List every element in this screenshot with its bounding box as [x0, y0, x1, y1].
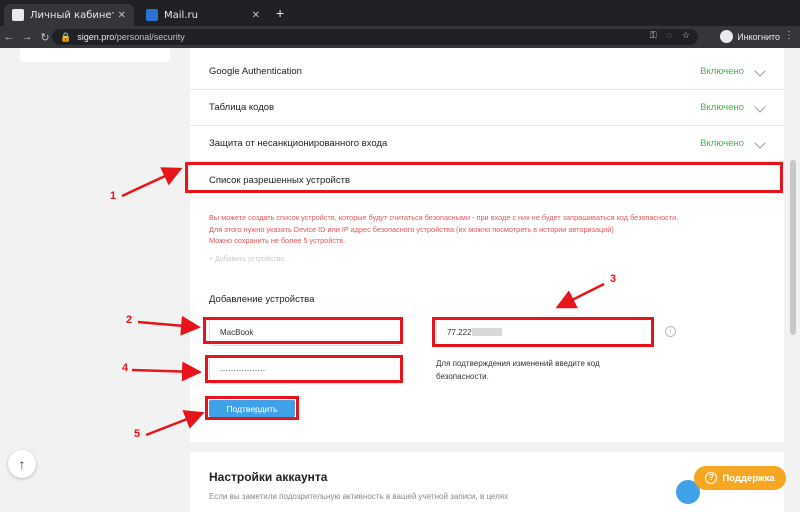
question-icon: ? — [705, 472, 718, 484]
incognito-indicator[interactable]: Инкогнито — [720, 30, 780, 43]
row-label: Защита от несанкционированного входа — [209, 138, 388, 149]
key-icon[interactable]: ⚿ — [650, 30, 657, 41]
row-label: Google Authentication — [209, 66, 302, 77]
back-icon[interactable]: ← — [0, 31, 18, 43]
add-device-title: Добавление устройства — [209, 294, 315, 305]
add-device-link[interactable]: + Добавить устройство — [209, 256, 284, 263]
chevron-down-icon[interactable] — [754, 101, 766, 113]
star-icon[interactable]: ☆ — [682, 30, 690, 41]
status-badge: Включено — [700, 102, 744, 113]
confirm-hint: Для подтверждения изменений введите код … — [436, 359, 600, 381]
tab-title: Mail.ru — [164, 9, 198, 21]
support-label: Поддержка — [722, 472, 775, 484]
incognito-icon — [720, 30, 734, 43]
annotation-number: 4 — [122, 362, 129, 374]
row-google-auth[interactable]: Google Authentication Включено — [190, 54, 784, 90]
url-path: /personal/security — [114, 32, 185, 42]
chevron-down-icon[interactable] — [754, 65, 766, 77]
arrow-1 — [121, 167, 183, 198]
info-line: Для этого нужно указать Device ID или IP… — [209, 224, 614, 234]
sidebar-card — [20, 48, 170, 62]
support-button[interactable]: ? Поддержка — [694, 466, 786, 490]
annotation-number: 2 — [126, 314, 133, 326]
tab-bar: Личный кабинет | SIGEN.pro ✕ Mail.ru ✕ + — [0, 0, 800, 26]
status-badge: Включено — [700, 66, 744, 77]
tab-sigen[interactable]: Личный кабинет | SIGEN.pro ✕ — [4, 4, 134, 26]
eye-off-icon[interactable]: ◌ — [667, 30, 672, 41]
omnibox-actions: ⚿ ◌ ☆ — [650, 30, 690, 41]
arrow-2 — [137, 315, 201, 336]
arrow-4 — [131, 361, 202, 382]
highlight-ip — [432, 317, 654, 347]
mailru-favicon-icon — [146, 9, 158, 21]
close-icon[interactable]: ✕ — [252, 10, 260, 21]
incognito-label: Инкогнито — [737, 31, 780, 42]
row-label: Таблица кодов — [209, 102, 275, 113]
lock-icon: 🔒 — [60, 31, 72, 42]
status-badge: Включено — [700, 138, 744, 149]
scroll-up-icon[interactable]: ↑ — [8, 450, 36, 478]
menu-icon[interactable]: ⋮ — [784, 30, 794, 41]
address-bar[interactable]: 🔒 sigen.pro/personal/security — [52, 29, 698, 45]
close-icon[interactable]: ✕ — [118, 10, 126, 21]
forward-icon[interactable]: → — [18, 31, 36, 43]
sigen-favicon-icon — [12, 9, 24, 21]
row-code-table[interactable]: Таблица кодов Включено — [190, 90, 784, 126]
url-host: sigen.pro — [77, 32, 115, 42]
chevron-down-icon[interactable] — [754, 137, 766, 149]
highlight-devices-row — [185, 162, 783, 193]
annotation-number: 5 — [134, 428, 141, 440]
scrollbar[interactable] — [790, 160, 796, 335]
tab-title: Личный кабинет | SIGEN.pro — [30, 9, 114, 21]
devices-info-text: Вы можете создать список устройств, кото… — [209, 212, 678, 247]
info-icon[interactable]: i — [665, 326, 676, 337]
highlight-confirm — [205, 396, 299, 420]
info-line: Можно сохранить не более 5 устройств. — [209, 236, 346, 246]
highlight-device-name — [203, 317, 403, 344]
tab-mailru[interactable]: Mail.ru ✕ — [138, 4, 268, 26]
info-line: Вы можете создать список устройств, кото… — [209, 213, 679, 222]
annotation-number: 3 — [610, 273, 617, 285]
row-unauthorized-protection[interactable]: Защита от несанкционированного входа Вкл… — [190, 126, 784, 162]
highlight-code — [205, 355, 403, 383]
new-tab-icon[interactable]: + — [276, 5, 284, 21]
annotation-number: 1 — [110, 190, 117, 202]
account-settings-title: Настройки аккаунта — [209, 470, 328, 484]
browser-toolbar: ← → ↻ 🔒 sigen.pro/personal/security ⚿ ◌ … — [0, 26, 800, 48]
